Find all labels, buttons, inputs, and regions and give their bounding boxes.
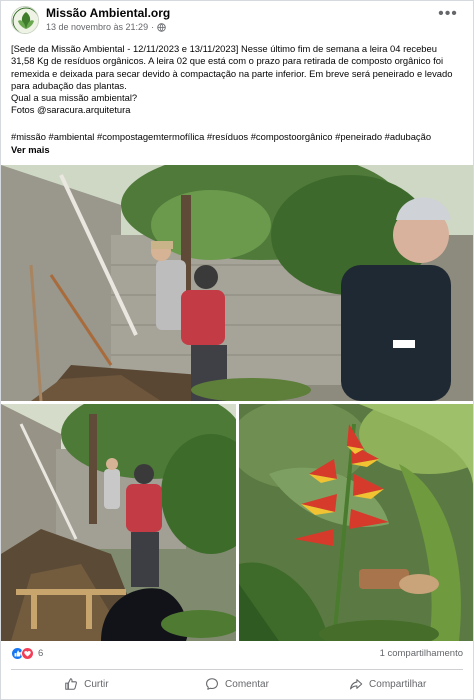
leaf-logo-icon	[12, 7, 38, 33]
photo-compost-area-wide[interactable]	[1, 165, 473, 401]
post-hashtags[interactable]: #missão #ambiental #compostagemtermofíli…	[11, 131, 463, 143]
post-meta: 13 de novembro às 21:29 ·	[46, 22, 166, 32]
more-horizontal-icon[interactable]: •••	[437, 6, 459, 25]
post-timestamp[interactable]: 13 de novembro às 21:29	[46, 22, 148, 32]
post-actions: Curtir Comentar Compartilhar	[11, 671, 463, 697]
post-stats: 6 1 compartilhamento	[11, 647, 463, 663]
share-arrow-icon	[350, 679, 363, 690]
love-icon	[21, 647, 34, 660]
like-button[interactable]: Curtir	[11, 671, 162, 697]
globe-icon	[157, 22, 166, 32]
photo-heliconia-flower[interactable]	[239, 404, 473, 641]
actions-divider	[11, 669, 463, 670]
post-text: [Sede da Missão Ambiental - 12/11/2023 e…	[11, 43, 463, 117]
post-card: Missão Ambiental.org 13 de novembro às 2…	[0, 0, 474, 700]
share-button[interactable]: Compartilhar	[312, 671, 463, 697]
share-button-label: Compartilhar	[369, 678, 427, 690]
page-name-link[interactable]: Missão Ambiental.org	[46, 6, 170, 20]
post-paragraph-photo-credit: Fotos @saracura.arquitetura	[11, 104, 131, 116]
comment-button[interactable]: Comentar	[162, 671, 313, 697]
reaction-count: 6	[38, 648, 44, 659]
see-more-link[interactable]: Ver mais	[11, 144, 50, 155]
page-avatar[interactable]	[11, 6, 39, 34]
comment-bubble-icon	[206, 678, 218, 690]
post-paragraph: [Sede da Missão Ambiental - 12/11/2023 e…	[11, 43, 453, 91]
share-count-link[interactable]: 1 compartilhamento	[380, 648, 463, 659]
thumbs-up-icon	[65, 678, 78, 690]
photo-grid	[1, 165, 473, 641]
post-paragraph: Qual a sua missão ambiental?	[11, 92, 138, 104]
comment-button-label: Comentar	[225, 678, 269, 690]
post-header: Missão Ambiental.org 13 de novembro às 2…	[1, 1, 473, 39]
reactions-summary[interactable]: 6	[11, 647, 43, 660]
photo-compost-pile[interactable]	[1, 404, 236, 641]
like-button-label: Curtir	[84, 678, 109, 690]
